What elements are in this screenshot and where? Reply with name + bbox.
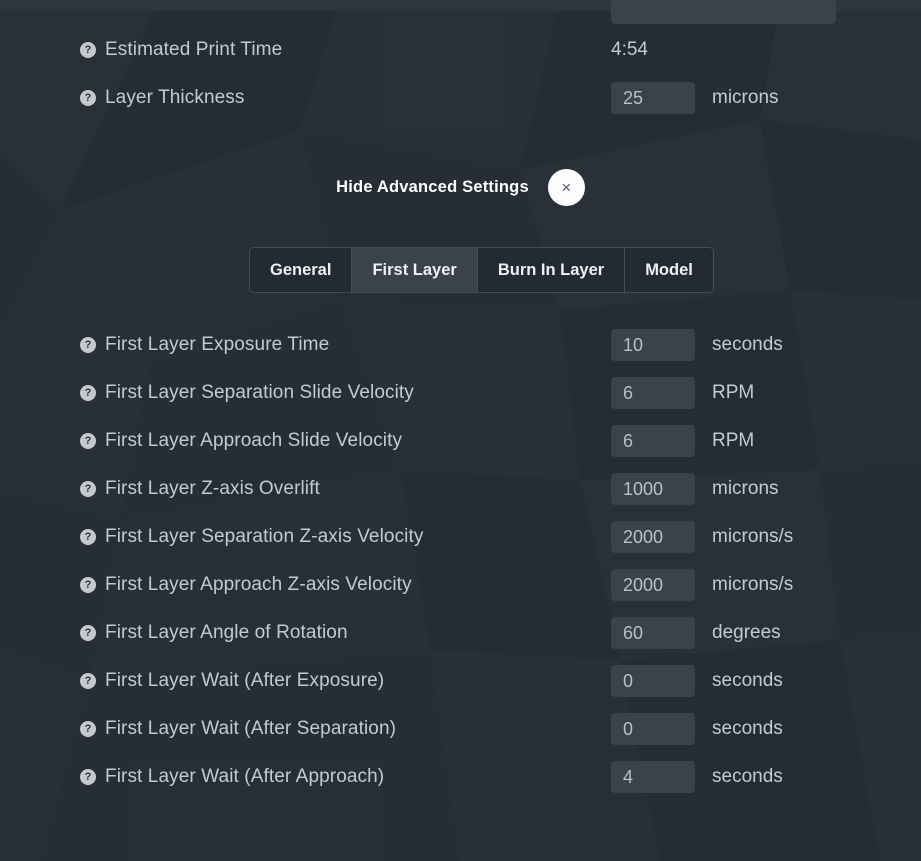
label-cell: ? First Layer Separation Z-axis Velocity xyxy=(0,526,611,548)
label-cell: ? First Layer Wait (After Approach) xyxy=(0,766,611,788)
value-cell: seconds xyxy=(611,713,783,745)
value-cell: RPM xyxy=(611,425,754,457)
value-cell: RPM xyxy=(611,377,754,409)
label-cell: ? First Layer Angle of Rotation xyxy=(0,622,611,644)
estimated-print-time-value: 4:54 xyxy=(611,39,648,60)
unit-label: seconds xyxy=(712,334,783,355)
advanced-settings-page: ? Estimated Print Time 4:54 ? Layer Thic… xyxy=(0,0,921,861)
help-circle-icon[interactable]: ? xyxy=(80,433,96,449)
unit-label: microns xyxy=(712,478,779,499)
value-cell: seconds xyxy=(611,329,783,361)
first-layer-angle-of-rotation-input[interactable] xyxy=(611,617,695,649)
value-cell: microns/s xyxy=(611,521,793,553)
settings-tab-bar: General First Layer Burn In Layer Model xyxy=(249,247,714,293)
setting-row-first-layer-approach-slide-velocity: ? First Layer Approach Slide Velocity RP… xyxy=(0,424,921,458)
setting-label: First Layer Approach Z-axis Velocity xyxy=(105,574,412,595)
setting-row-first-layer-separation-z-axis-velocity: ? First Layer Separation Z-axis Velocity… xyxy=(0,520,921,554)
setting-row-first-layer-exposure-time: ? First Layer Exposure Time seconds xyxy=(0,328,921,362)
setting-label: First Layer Approach Slide Velocity xyxy=(105,430,403,451)
help-circle-icon[interactable]: ? xyxy=(80,769,96,785)
unit-label: seconds xyxy=(712,766,783,787)
setting-label: First Layer Z-axis Overlift xyxy=(105,478,320,499)
hide-advanced-settings-control[interactable]: Hide Advanced Settings × xyxy=(0,166,921,208)
label-cell: ? First Layer Z-axis Overlift xyxy=(0,478,611,500)
tab-model[interactable]: Model xyxy=(625,248,713,292)
layer-thickness-input[interactable] xyxy=(611,82,695,114)
unit-label: microns xyxy=(712,87,779,108)
first-layer-z-axis-overlift-input[interactable] xyxy=(611,473,695,505)
setting-row-first-layer-wait-after-exposure: ? First Layer Wait (After Exposure) seco… xyxy=(0,664,921,698)
setting-label: Estimated Print Time xyxy=(105,39,283,60)
help-circle-icon[interactable]: ? xyxy=(80,90,96,106)
value-cell: microns xyxy=(611,82,779,114)
value-cell: microns/s xyxy=(611,569,793,601)
tab-first-layer[interactable]: First Layer xyxy=(352,248,478,292)
unit-label: seconds xyxy=(712,670,783,691)
partial-input-above-fold[interactable] xyxy=(611,0,836,24)
unit-label: degrees xyxy=(712,622,781,643)
first-layer-approach-slide-velocity-input[interactable] xyxy=(611,425,695,457)
first-layer-wait-after-approach-input[interactable] xyxy=(611,761,695,793)
label-cell: ? First Layer Wait (After Separation) xyxy=(0,718,611,740)
unit-label: seconds xyxy=(712,718,783,739)
label-cell: ? First Layer Approach Z-axis Velocity xyxy=(0,574,611,596)
help-circle-icon[interactable]: ? xyxy=(80,625,96,641)
help-circle-icon[interactable]: ? xyxy=(80,721,96,737)
unit-label: microns/s xyxy=(712,526,794,547)
help-circle-icon[interactable]: ? xyxy=(80,385,96,401)
first-layer-separation-slide-velocity-input[interactable] xyxy=(611,377,695,409)
unit-label: microns/s xyxy=(712,574,794,595)
label-cell: ? First Layer Separation Slide Velocity xyxy=(0,382,611,404)
value-cell: 4:54 xyxy=(611,39,648,61)
setting-label: First Layer Angle of Rotation xyxy=(105,622,348,643)
first-layer-wait-after-exposure-input[interactable] xyxy=(611,665,695,697)
help-circle-icon[interactable]: ? xyxy=(80,481,96,497)
value-cell: seconds xyxy=(611,665,783,697)
label-cell: ? First Layer Approach Slide Velocity xyxy=(0,430,611,452)
label-cell: ? First Layer Exposure Time xyxy=(0,334,611,356)
close-advanced-settings-button[interactable]: × xyxy=(547,168,585,206)
setting-label: First Layer Exposure Time xyxy=(105,334,330,355)
tab-general[interactable]: General xyxy=(250,248,353,292)
hide-advanced-settings-label[interactable]: Hide Advanced Settings xyxy=(336,178,529,197)
first-layer-exposure-time-input[interactable] xyxy=(611,329,695,361)
first-layer-separation-z-axis-velocity-input[interactable] xyxy=(611,521,695,553)
value-cell: microns xyxy=(611,473,779,505)
setting-row-first-layer-wait-after-separation: ? First Layer Wait (After Separation) se… xyxy=(0,712,921,746)
setting-label: First Layer Wait (After Separation) xyxy=(105,718,397,739)
setting-row-first-layer-angle-of-rotation: ? First Layer Angle of Rotation degrees xyxy=(0,616,921,650)
label-cell: ? Layer Thickness xyxy=(0,87,611,109)
close-x-icon: × xyxy=(561,177,572,197)
help-circle-icon[interactable]: ? xyxy=(80,337,96,353)
setting-label: First Layer Wait (After Approach) xyxy=(105,766,385,787)
help-circle-icon[interactable]: ? xyxy=(80,673,96,689)
label-cell: ? Estimated Print Time xyxy=(0,39,611,61)
help-circle-icon[interactable]: ? xyxy=(80,42,96,58)
setting-row-first-layer-z-axis-overlift: ? First Layer Z-axis Overlift microns xyxy=(0,472,921,506)
label-cell: ? First Layer Wait (After Exposure) xyxy=(0,670,611,692)
setting-row-first-layer-approach-z-axis-velocity: ? First Layer Approach Z-axis Velocity m… xyxy=(0,568,921,602)
setting-label: First Layer Separation Slide Velocity xyxy=(105,382,414,403)
setting-label: Layer Thickness xyxy=(105,87,245,108)
unit-label: RPM xyxy=(712,430,755,451)
tab-burn-in-layer[interactable]: Burn In Layer xyxy=(477,248,626,292)
setting-row-estimated-print-time: ? Estimated Print Time 4:54 xyxy=(0,33,921,67)
value-cell: degrees xyxy=(611,617,781,649)
first-layer-wait-after-separation-input[interactable] xyxy=(611,713,695,745)
setting-row-layer-thickness: ? Layer Thickness microns xyxy=(0,81,921,115)
first-layer-approach-z-axis-velocity-input[interactable] xyxy=(611,569,695,601)
help-circle-icon[interactable]: ? xyxy=(80,577,96,593)
value-cell: seconds xyxy=(611,761,783,793)
help-circle-icon[interactable]: ? xyxy=(80,529,96,545)
setting-row-first-layer-wait-after-approach: ? First Layer Wait (After Approach) seco… xyxy=(0,760,921,794)
unit-label: RPM xyxy=(712,382,755,403)
setting-label: First Layer Wait (After Exposure) xyxy=(105,670,385,691)
setting-row-first-layer-separation-slide-velocity: ? First Layer Separation Slide Velocity … xyxy=(0,376,921,410)
setting-label: First Layer Separation Z-axis Velocity xyxy=(105,526,424,547)
